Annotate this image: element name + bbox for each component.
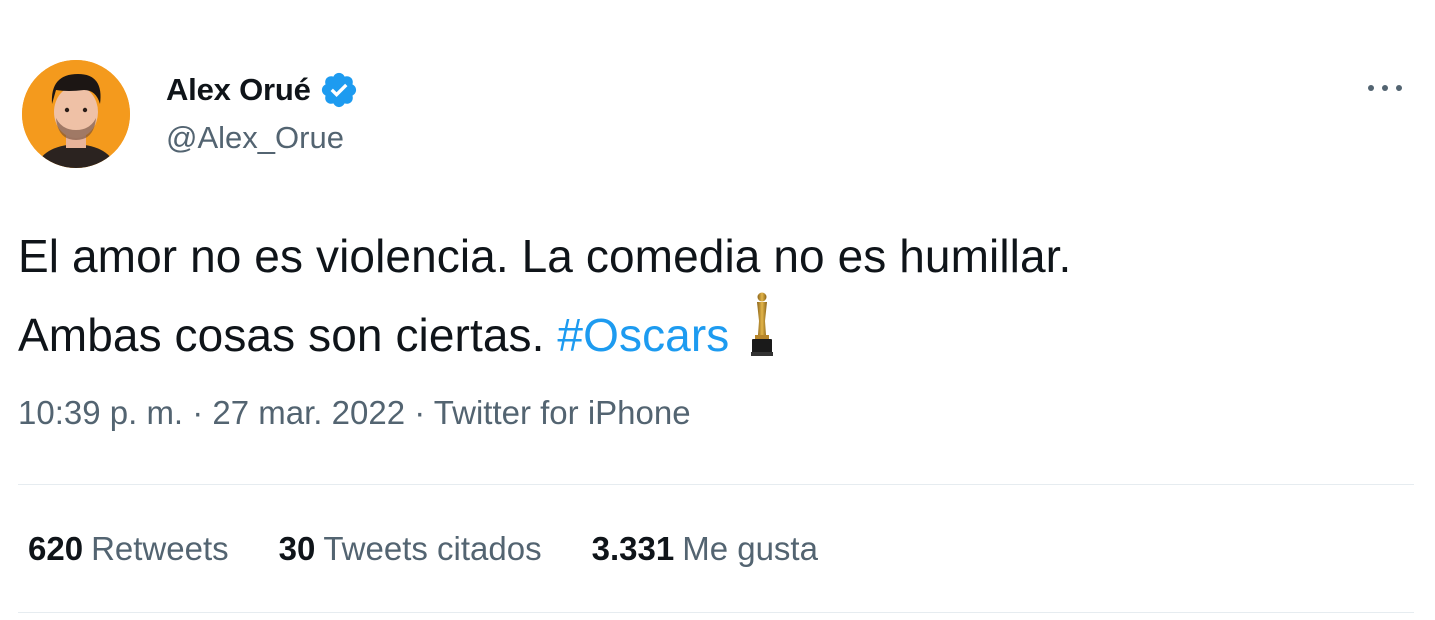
likes-label: Me gusta: [682, 530, 818, 567]
retweets-stat[interactable]: 620 Retweets: [28, 530, 229, 568]
quote-tweets-stat[interactable]: 30 Tweets citados: [279, 530, 542, 568]
tweet-card: Alex Orué @Alex_Orue El amor no es viole…: [0, 0, 1435, 620]
quote-tweets-label: Tweets citados: [323, 530, 542, 567]
retweets-label: Retweets: [91, 530, 229, 567]
author-display-name[interactable]: Alex Orué: [166, 72, 311, 108]
tweet-text-line-1: El amor no es violencia. La comedia no e…: [18, 230, 1072, 282]
quote-tweets-count: 30: [278, 530, 316, 567]
tweet-text-line-2: Ambas cosas son ciertas. #Oscars: [18, 291, 1418, 370]
retweets-count: 620: [28, 530, 84, 567]
more-dot: [1382, 85, 1388, 91]
more-dot: [1368, 85, 1374, 91]
author-handle[interactable]: @Alex_Orue: [166, 120, 344, 156]
tweet-timestamp-source[interactable]: 10:39 p. m. · 27 mar. 2022 · Twitter for…: [18, 394, 691, 432]
likes-count: 3.331: [591, 530, 675, 567]
verified-badge-icon: [319, 70, 359, 110]
more-dot: [1396, 85, 1402, 91]
tweet-text-line-2-text: Ambas cosas son ciertas.: [18, 309, 545, 361]
likes-stat[interactable]: 3.331 Me gusta: [592, 530, 818, 568]
avatar[interactable]: [22, 60, 130, 168]
hashtag-link[interactable]: #Oscars: [557, 309, 729, 361]
divider: [18, 484, 1414, 485]
divider: [18, 612, 1414, 613]
more-options-icon[interactable]: [1368, 78, 1402, 98]
oscar-trophy-icon: [747, 291, 777, 357]
avatar-image: [22, 60, 130, 168]
author-name-row[interactable]: Alex Orué: [166, 70, 359, 110]
tweet-text: El amor no es violencia. La comedia no e…: [18, 222, 1418, 370]
tweet-stats: 620 Retweets 30 Tweets citados 3.331 Me gus…: [28, 530, 868, 568]
